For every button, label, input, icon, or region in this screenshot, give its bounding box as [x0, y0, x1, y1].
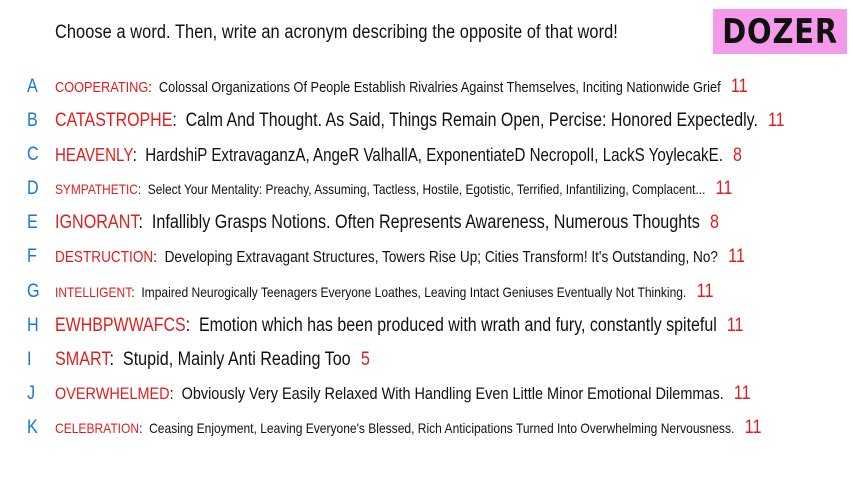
entry-content: INTELLIGENT: Impaired Neurogically Teena… — [55, 277, 714, 307]
entry-content: SMART: Stupid, Mainly Anti Reading Too 5 — [55, 345, 370, 375]
entry-content: DESTRUCTION: Developing Extravagant Stru… — [55, 242, 745, 273]
entry-a: A COOPERATING: Colossal Organizations Of… — [0, 72, 853, 102]
entry-letter: I — [27, 349, 32, 370]
entry-score: 11 — [715, 178, 733, 199]
entry-separator: : — [185, 315, 199, 336]
entry-score: 11 — [767, 110, 785, 131]
entry-e: E IGNORANT: Infallibly Grasps Notions. O… — [0, 208, 853, 238]
entry-k: K CELEBRATION: Ceasing Enjoyment, Leavin… — [0, 413, 853, 443]
entry-score: 11 — [728, 246, 745, 267]
entry-acronym: Emotion which has been produced with wra… — [198, 315, 717, 336]
entry-letter: J — [27, 383, 36, 404]
entry-acronym: Ceasing Enjoyment, Leaving Everyone's Bl… — [149, 420, 735, 436]
entry-score: 11 — [744, 417, 762, 438]
entry-separator: : — [148, 79, 159, 96]
entry-letter: H — [27, 315, 39, 336]
logo-text: DOZER — [722, 11, 838, 52]
entry-acronym: Calm And Thought. As Said, Things Remain… — [185, 110, 758, 131]
entry-word: SMART — [55, 349, 110, 370]
entry-score: 11 — [733, 383, 751, 404]
entry-letter: B — [27, 110, 38, 131]
entry-word: OVERWHELMED — [55, 384, 170, 403]
entry-score: 11 — [726, 315, 744, 336]
entry-separator: : — [131, 284, 142, 300]
entry-j: J OVERWHELMED: Obviously Very Easily Rel… — [0, 379, 853, 409]
entry-score: 11 — [696, 281, 714, 302]
entry-separator: : — [137, 181, 148, 197]
entry-word: SYMPATHETIC — [55, 181, 138, 197]
entry-content: COOPERATING: Colossal Organizations Of P… — [55, 72, 748, 103]
entry-content: CELEBRATION: Ceasing Enjoyment, Leaving … — [55, 413, 762, 443]
entry-g: G INTELLIGENT: Impaired Neurogically Tee… — [0, 277, 853, 307]
entry-c: C HEAVENLY: HardshiP ExtravaganzA, AngeR… — [0, 140, 853, 170]
entry-word: CATASTROPHE — [55, 110, 173, 131]
entry-acronym: Colossal Organizations Of People Establi… — [158, 79, 721, 96]
entry-letter: E — [27, 212, 38, 233]
entry-word: COOPERATING — [55, 79, 149, 96]
entry-letter: K — [27, 417, 38, 438]
entry-letter: D — [27, 178, 39, 199]
dozer-logo: DOZER — [713, 9, 847, 54]
prompt-text: Choose a word. Then, write an acronym de… — [55, 22, 618, 43]
entry-acronym: Infallibly Grasps Notions. Often Represe… — [151, 212, 700, 233]
entry-score: 5 — [360, 349, 370, 370]
entry-content: OVERWHELMED: Obviously Very Easily Relax… — [55, 379, 751, 409]
entry-separator: : — [139, 420, 150, 436]
entry-word: EWHBPWWAFCS — [55, 315, 186, 336]
entry-acronym: Developing Extravagant Structures, Tower… — [164, 249, 718, 266]
entry-separator: : — [169, 384, 182, 403]
entry-score: 8 — [710, 212, 719, 233]
entry-b: B CATASTROPHE: Calm And Thought. As Said… — [0, 106, 853, 136]
entry-f: F DESTRUCTION: Developing Extravagant St… — [0, 242, 853, 272]
entry-content: CATASTROPHE: Calm And Thought. As Said, … — [55, 106, 785, 136]
entry-score: 11 — [730, 76, 748, 97]
entry-separator: : — [172, 110, 186, 131]
entry-acronym: Obviously Very Easily Relaxed With Handl… — [181, 384, 724, 403]
entry-content: EWHBPWWAFCS: Emotion which has been prod… — [55, 311, 743, 341]
entry-h: H EWHBPWWAFCS: Emotion which has been pr… — [0, 311, 853, 341]
entry-separator: : — [132, 145, 146, 165]
entry-acronym: HardshiP ExtravaganzA, AngeR ValhallA, E… — [145, 145, 723, 165]
entry-acronym: Impaired Neurogically Teenagers Everyone… — [141, 284, 687, 300]
entry-separator: : — [153, 249, 165, 266]
entry-letter: A — [27, 76, 38, 97]
entry-word: INTELLIGENT — [55, 284, 132, 300]
entry-acronym: Stupid, Mainly Anti Reading Too — [122, 349, 351, 370]
entry-i: I SMART: Stupid, Mainly Anti Reading Too… — [0, 345, 853, 375]
entry-letter: G — [27, 281, 40, 302]
entry-separator: : — [109, 349, 123, 370]
entry-acronym: Select Your Mentality: Preachy, Assuming… — [147, 181, 706, 197]
entry-letter: F — [27, 246, 37, 267]
entry-content: HEAVENLY: HardshiP ExtravaganzA, AngeR V… — [55, 140, 742, 171]
entry-score: 8 — [732, 145, 742, 166]
entry-word: HEAVENLY — [55, 145, 133, 165]
entry-letter: C — [27, 144, 39, 165]
entry-word: IGNORANT — [55, 212, 139, 233]
entry-d: D SYMPATHETIC: Select Your Mentality: Pr… — [0, 174, 853, 204]
entry-content: SYMPATHETIC: Select Your Mentality: Prea… — [55, 174, 732, 204]
entry-content: IGNORANT: Infallibly Grasps Notions. Oft… — [55, 208, 719, 238]
entry-word: CELEBRATION — [55, 420, 140, 436]
entry-separator: : — [138, 212, 152, 233]
entry-word: DESTRUCTION — [55, 249, 154, 266]
